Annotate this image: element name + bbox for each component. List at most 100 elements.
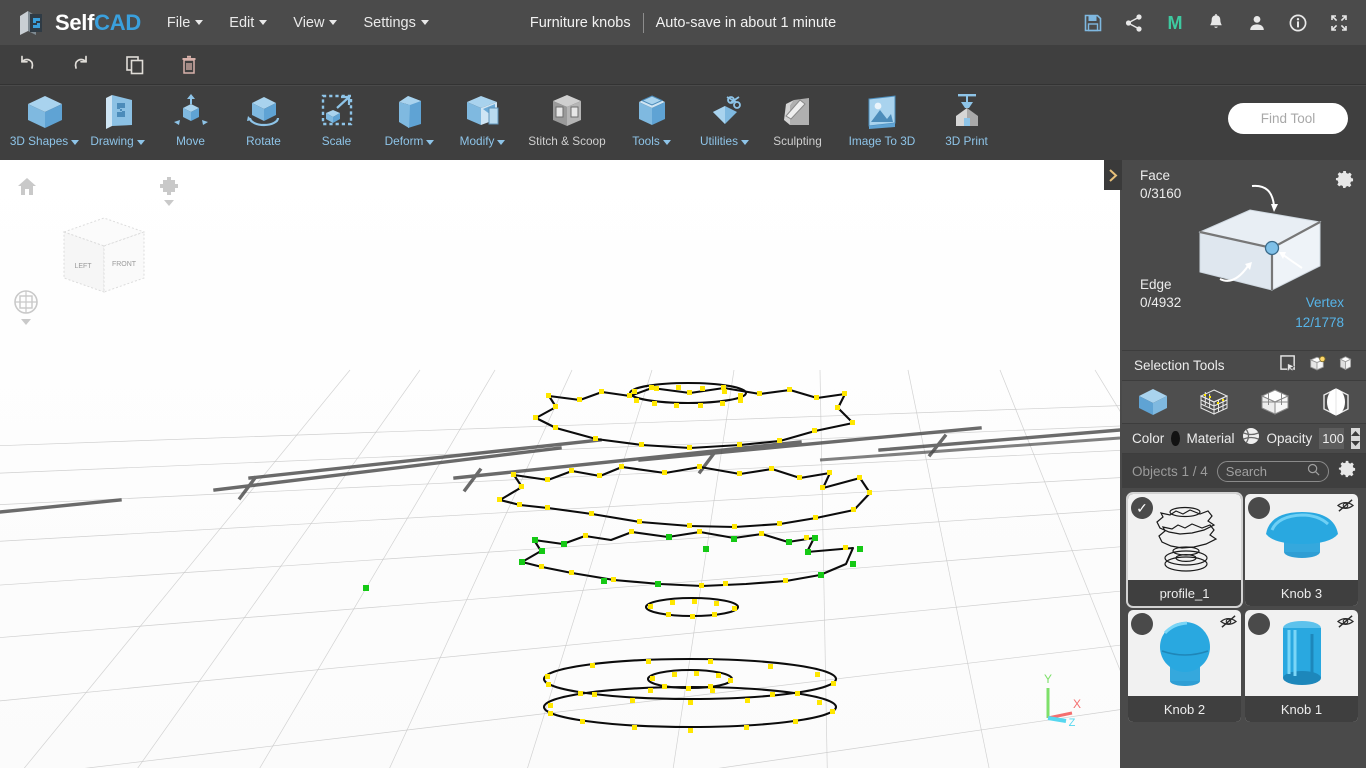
tool-3d-print[interactable]: 3D Print (930, 86, 1003, 160)
utilities-icon (703, 92, 747, 132)
tool-utilities[interactable]: Utilities (688, 86, 761, 160)
tool-stitch-and-scoop-label: Stitch & Scoop (528, 134, 606, 148)
object-card-knob-2[interactable]: Knob 2 (1128, 610, 1241, 722)
app-logo[interactable]: SelfCAD (18, 8, 141, 38)
object-card-profile-1[interactable]: ✓ profile_1 (1126, 492, 1243, 608)
axis-x-label: X (1073, 697, 1081, 711)
notifications-bell-icon[interactable] (1205, 12, 1227, 34)
chevron-down-icon (329, 20, 338, 25)
viewport-camera-dropdown[interactable] (12, 288, 40, 333)
top-menu-bar: SelfCAD File Edit View Settings Furnitur… (0, 0, 1366, 45)
object-select-checkbox[interactable]: ✓ (1131, 497, 1153, 519)
menu-settings-label: Settings (363, 14, 416, 31)
menu-settings[interactable]: Settings (363, 14, 429, 31)
tool-move[interactable]: Move (154, 86, 227, 160)
select-through-icon[interactable] (1308, 355, 1326, 377)
vertex-label[interactable]: Vertex (1306, 295, 1344, 310)
object-select-checkbox[interactable] (1248, 497, 1270, 519)
mode-object-icon[interactable] (1130, 383, 1176, 421)
home-view-icon[interactable] (16, 176, 38, 203)
chevron-down-icon (497, 140, 506, 145)
face-count: 0/3160 (1140, 186, 1182, 201)
vertex-count: 12/1778 (1295, 315, 1344, 330)
user-account-icon[interactable] (1246, 12, 1268, 34)
move-icon (169, 92, 213, 132)
material-sphere-icon[interactable] (1242, 427, 1260, 450)
opacity-value[interactable]: 100 (1319, 428, 1344, 449)
selection-tools-row: Selection Tools (1122, 350, 1366, 380)
menu-file-label: File (166, 14, 191, 31)
mode-edge-icon[interactable] (1313, 383, 1359, 421)
selection-summary: Face 0/3160 Edge 0/4932 Vertex 12/1778 (1122, 160, 1366, 350)
opacity-stepper[interactable] (1351, 428, 1360, 449)
mode-vertex-icon[interactable] (1191, 383, 1237, 421)
info-icon[interactable] (1287, 12, 1309, 34)
visibility-hidden-icon[interactable] (1219, 614, 1238, 634)
selfcad-logo-icon (18, 8, 48, 38)
fullscreen-icon[interactable] (1328, 12, 1350, 34)
select-all-icon[interactable] (1337, 355, 1354, 377)
mode-face-icon[interactable] (1252, 383, 1298, 421)
material-row: Color Material Opacity 100 (1122, 424, 1366, 454)
share-icon[interactable] (1123, 12, 1145, 34)
visibility-hidden-icon[interactable] (1336, 498, 1355, 518)
axis-z-label: Z (1069, 717, 1076, 728)
main-tool-ribbon: 3D Shapes Drawing Move Rotate Scale Defo… (0, 86, 1366, 160)
tool-scale[interactable]: Scale (300, 86, 373, 160)
rectangle-select-icon[interactable] (1280, 354, 1297, 377)
tool-deform-label: Deform (384, 134, 424, 148)
menu-edit[interactable]: Edit (229, 14, 268, 31)
color-swatch[interactable] (1171, 431, 1180, 446)
menu-view[interactable]: View (293, 15, 338, 31)
tool-modify[interactable]: Modify (446, 86, 519, 160)
tool-drawing[interactable]: Drawing (81, 86, 154, 160)
chevron-down-icon (259, 20, 268, 25)
3d-viewport[interactable]: LEFT FRONT Y X Z (0, 160, 1120, 768)
stitch-scoop-icon (545, 92, 589, 132)
find-tool-input[interactable]: Find Tool (1228, 103, 1348, 134)
tool-modify-label: Modify (459, 134, 495, 148)
tool-rotate-label: Rotate (246, 134, 281, 148)
object-name: profile_1 (1128, 580, 1241, 606)
project-title[interactable]: Furniture knobs (530, 15, 631, 31)
search-icon (1307, 463, 1320, 479)
object-select-checkbox[interactable] (1131, 613, 1153, 635)
viewport-display-mode-dropdown[interactable] (158, 176, 180, 215)
objects-search-input[interactable]: Search (1216, 460, 1329, 482)
tool-image-to-3d[interactable]: Image To 3D (834, 86, 930, 160)
redo-button[interactable] (54, 45, 108, 85)
panel-toggle-chevron-icon[interactable] (1104, 160, 1122, 190)
tool-sculpting[interactable]: Sculpting (761, 86, 834, 160)
tool-tools[interactable]: Tools (615, 86, 688, 160)
tool-deform[interactable]: Deform (373, 86, 446, 160)
right-properties-panel: Face 0/3160 Edge 0/4932 Vertex 12/1778 S… (1122, 160, 1366, 768)
objects-settings-gear-icon[interactable] (1338, 460, 1356, 483)
tool-utilities-label: Utilities (699, 134, 739, 148)
tool-stitch-and-scoop[interactable]: Stitch & Scoop (519, 86, 615, 160)
object-name: Knob 3 (1245, 580, 1358, 606)
duplicate-button[interactable] (108, 45, 162, 85)
brand-self: Self (55, 9, 95, 35)
undo-button[interactable] (0, 45, 54, 85)
m-logo-icon[interactable]: M (1164, 12, 1186, 34)
tool-rotate[interactable]: Rotate (227, 86, 300, 160)
object-card-knob-3[interactable]: Knob 3 (1245, 494, 1358, 606)
tool-3d-shapes-label: 3D Shapes (9, 134, 69, 148)
object-card-knob-1[interactable]: Knob 1 (1245, 610, 1358, 722)
view-cube-front-label: FRONT (112, 261, 137, 268)
save-icon[interactable] (1082, 12, 1104, 34)
selection-helper-cube (1198, 184, 1322, 291)
objects-grid: ✓ profile_1 Knob 3 Knob 2 Knob 1 (1122, 488, 1366, 722)
object-select-checkbox[interactable] (1248, 613, 1270, 635)
selection-tools-label: Selection Tools (1134, 358, 1225, 373)
visibility-hidden-icon[interactable] (1336, 614, 1355, 634)
menu-edit-label: Edit (229, 14, 255, 31)
chevron-down-icon (420, 20, 429, 25)
tool-3d-shapes[interactable]: 3D Shapes (8, 86, 81, 160)
edge-count: 0/4932 (1140, 295, 1182, 310)
app-logo-text: SelfCAD (55, 10, 141, 36)
view-orientation-cube[interactable]: LEFT FRONT (56, 210, 152, 305)
delete-button[interactable] (162, 45, 216, 85)
selection-tools-icons (1280, 354, 1354, 377)
menu-file[interactable]: File (166, 14, 204, 31)
